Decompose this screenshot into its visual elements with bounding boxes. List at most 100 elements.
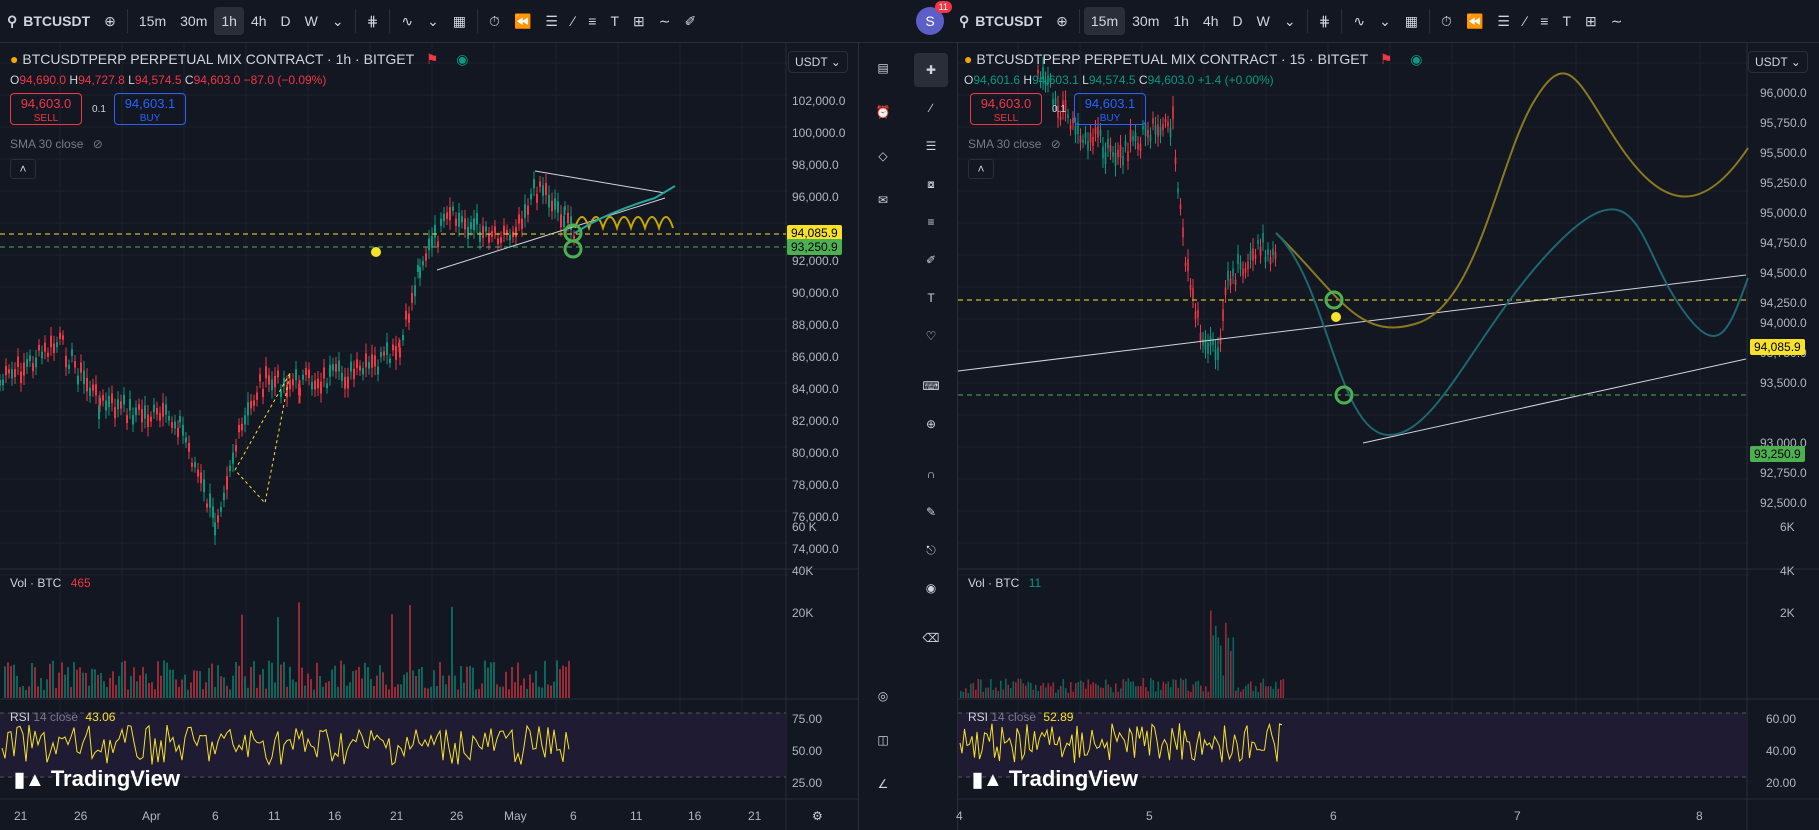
- interval-4h[interactable]: 4h: [244, 7, 274, 35]
- eye-hidden-icon[interactable]: ⊘: [93, 137, 103, 151]
- chevron-down-icon[interactable]: ⌄: [1372, 7, 1398, 35]
- layouts-grid-icon[interactable]: ▦: [1398, 7, 1425, 35]
- replay-icon[interactable]: ⏪: [507, 7, 538, 35]
- right-price-chart[interactable]: [958, 43, 1819, 830]
- lock-drawing-icon[interactable]: ✎: [914, 495, 948, 529]
- interval-1h[interactable]: 1h: [1166, 7, 1196, 35]
- volume-bar: [1230, 650, 1232, 698]
- interval-d[interactable]: D: [1226, 7, 1250, 35]
- layers-icon[interactable]: ◇: [866, 139, 900, 173]
- volume-bar: [220, 676, 222, 698]
- sma-legend[interactable]: SMA 30 close ⊘: [968, 137, 1061, 151]
- volume-bar: [1010, 688, 1012, 698]
- compare-button[interactable]: ⊕: [1049, 7, 1075, 35]
- lines-tool-icon[interactable]: ☰: [538, 7, 565, 35]
- symbol-search-button[interactable]: ⚲ BTCUSDT: [0, 7, 97, 35]
- sell-button[interactable]: 94,603.0 SELL: [10, 93, 82, 125]
- indicators-icon[interactable]: ∿: [394, 7, 420, 35]
- eye-icon[interactable]: ◉: [914, 571, 948, 605]
- volume-bar: [1277, 688, 1280, 698]
- alert-clock-icon[interactable]: ⏱: [482, 7, 507, 35]
- flag-icon[interactable]: ⚑: [1380, 51, 1393, 67]
- trendline-icon[interactable]: ∕: [1517, 7, 1533, 35]
- trendline-tool-icon[interactable]: ∕: [914, 91, 948, 125]
- pattern-icon[interactable]: ∼: [1604, 7, 1630, 35]
- pattern-tool-icon[interactable]: ⧇: [914, 167, 948, 201]
- interval-1h[interactable]: 1h: [214, 7, 244, 35]
- interval-15m[interactable]: 15m: [132, 7, 173, 35]
- volume-bar: [265, 688, 267, 698]
- interval-d[interactable]: D: [274, 7, 298, 35]
- flag-icon[interactable]: ⚑: [426, 51, 439, 67]
- chat-icon[interactable]: ✉: [866, 183, 900, 217]
- alerts-clock-icon[interactable]: ⏰: [866, 95, 900, 129]
- interval-w[interactable]: W: [1250, 7, 1277, 35]
- right-chart-area[interactable]: ● BTCUSDTPERP PERPETUAL MIX CONTRACT · 1…: [956, 43, 1819, 830]
- lock-icon[interactable]: ⎋: [914, 533, 948, 567]
- volume-bar: [1187, 690, 1190, 698]
- interval-4h[interactable]: 4h: [1196, 7, 1226, 35]
- symbol-search-button[interactable]: ⚲ BTCUSDT: [952, 7, 1049, 35]
- indicators-icon[interactable]: ∿: [1346, 7, 1372, 35]
- measure-icon[interactable]: ⊞: [1578, 7, 1604, 35]
- text-tool-icon[interactable]: T: [1555, 7, 1578, 35]
- left-price-chart[interactable]: [0, 43, 858, 830]
- settings-gear-icon[interactable]: ⚙: [812, 809, 823, 823]
- pattern-icon[interactable]: ∼: [652, 7, 678, 35]
- chevron-down-icon[interactable]: ⌄: [420, 7, 446, 35]
- interval-w[interactable]: W: [298, 7, 325, 35]
- volume-bar: [487, 667, 489, 698]
- interval-30m[interactable]: 30m: [1125, 7, 1166, 35]
- brush-tool-icon[interactable]: ✐: [914, 243, 948, 277]
- layouts-grid-icon[interactable]: ▦: [446, 7, 473, 35]
- volume-bar: [13, 664, 15, 698]
- trash-icon[interactable]: ⌫: [914, 621, 948, 655]
- magnet-icon[interactable]: ∩: [914, 457, 948, 491]
- chart-pattern-icon[interactable]: ∠: [866, 767, 900, 801]
- candles-type-icon[interactable]: ⋕: [1312, 7, 1338, 35]
- alert-clock-icon[interactable]: ⏱: [1434, 7, 1459, 35]
- currency-select[interactable]: USDT ⌄: [788, 51, 848, 73]
- fib-tool-icon[interactable]: ☰: [914, 129, 948, 163]
- volume-bar: [1030, 682, 1032, 698]
- zoom-icon[interactable]: ⊕: [914, 407, 948, 441]
- trendline-icon[interactable]: ∕: [565, 7, 581, 35]
- calendar-icon[interactable]: ◫: [866, 723, 900, 757]
- fib-icon[interactable]: ≡: [1533, 7, 1555, 35]
- measure-icon[interactable]: ⊞: [626, 7, 652, 35]
- sma-legend[interactable]: SMA 30 close ⊘: [10, 137, 103, 151]
- volume-bar: [235, 661, 237, 698]
- collapse-legend-button[interactable]: ˄: [10, 159, 36, 179]
- time-axis-label: 7: [1514, 809, 1521, 823]
- volume-bar: [166, 662, 168, 698]
- lines-tool-icon[interactable]: ☰: [1490, 7, 1517, 35]
- interval-30m[interactable]: 30m: [173, 7, 214, 35]
- text-tool-icon[interactable]: T: [603, 7, 626, 35]
- heart-icon[interactable]: ♡: [914, 319, 948, 353]
- candle-body: [1132, 136, 1134, 141]
- replay-icon[interactable]: ⏪: [1459, 7, 1490, 35]
- fib-icon[interactable]: ≡: [581, 7, 603, 35]
- interval-15m[interactable]: 15m: [1083, 7, 1126, 35]
- forecast-tool-icon[interactable]: ≡: [914, 205, 948, 239]
- currency-select[interactable]: USDT ⌄: [1748, 51, 1808, 73]
- ruler-icon[interactable]: ⌨: [914, 369, 948, 403]
- buy-button[interactable]: 94,603.1 BUY: [114, 93, 186, 125]
- text-tool-icon[interactable]: T: [914, 281, 948, 315]
- watchlist-icon[interactable]: ▤: [866, 51, 900, 85]
- left-chart-area[interactable]: ● BTCUSDTPERP PERPETUAL MIX CONTRACT · 1…: [0, 43, 858, 830]
- brush-icon[interactable]: ✐: [678, 7, 704, 35]
- collapse-legend-button[interactable]: ˄: [968, 159, 994, 179]
- interval-dropdown-chevron-icon[interactable]: ⌄: [325, 7, 351, 35]
- sell-button[interactable]: 94,603.0 SELL: [970, 93, 1042, 125]
- crosshair-icon[interactable]: ✚: [914, 53, 948, 87]
- candles-type-icon[interactable]: ⋕: [360, 7, 386, 35]
- candle-body: [86, 377, 88, 392]
- volume-bar: [1180, 678, 1182, 698]
- eye-hidden-icon[interactable]: ⊘: [1051, 137, 1061, 151]
- avatar[interactable]: S 11: [916, 1, 952, 35]
- buy-button[interactable]: 94,603.1 BUY: [1074, 93, 1146, 125]
- target-icon[interactable]: ◎: [866, 679, 900, 713]
- compare-button[interactable]: ⊕: [97, 7, 123, 35]
- interval-dropdown-chevron-icon[interactable]: ⌄: [1277, 7, 1303, 35]
